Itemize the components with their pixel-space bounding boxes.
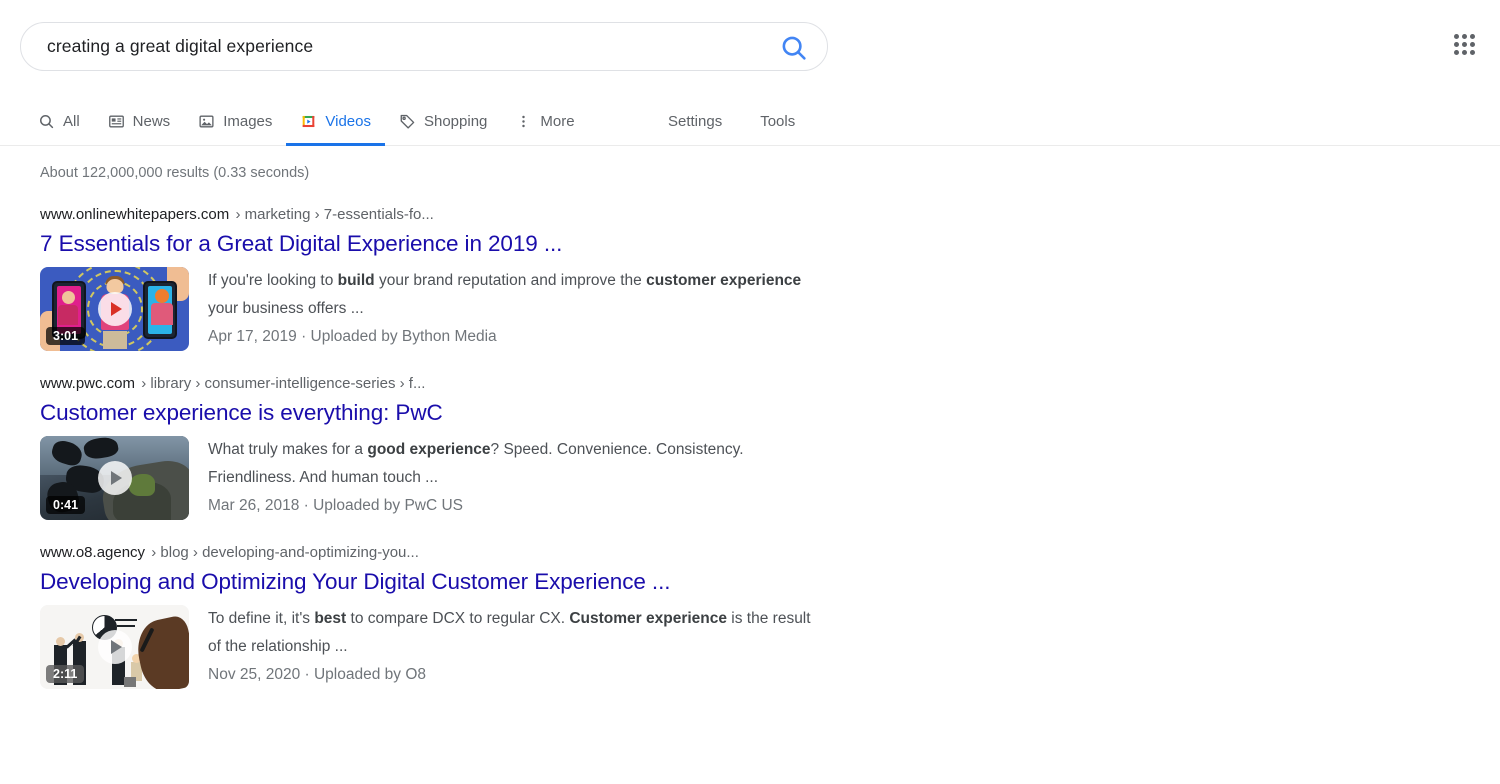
image-icon xyxy=(198,113,215,130)
breadcrumb[interactable]: www.o8.agency › blog › developing-and-op… xyxy=(40,543,940,563)
snippet-bold: Customer experience xyxy=(569,610,727,627)
result-list: www.onlinewhitepapers.com › marketing › … xyxy=(40,205,940,712)
tools-group: Settings Tools xyxy=(668,96,795,146)
search-icon[interactable] xyxy=(779,33,809,63)
search-result: www.o8.agency › blog › developing-and-op… xyxy=(40,543,940,689)
tools-button[interactable]: Tools xyxy=(760,113,795,130)
more-vertical-icon xyxy=(515,113,532,130)
result-body: 2:11 To define it, it's best to compare … xyxy=(40,605,940,689)
snippet-text: If you're looking to xyxy=(208,272,338,289)
video-duration: 3:01 xyxy=(46,327,86,345)
result-text-block: To define it, it's best to compare DCX t… xyxy=(208,605,818,689)
snippet-text: To define it, it's xyxy=(208,610,315,627)
tab-label: Videos xyxy=(325,112,371,130)
video-thumbnail[interactable]: 3:01 xyxy=(40,267,189,351)
result-meta: Nov 25, 2020 · Uploaded by O8 xyxy=(208,666,426,683)
search-result: www.onlinewhitepapers.com › marketing › … xyxy=(40,205,940,351)
settings-button[interactable]: Settings xyxy=(668,113,722,130)
tab-more[interactable]: More xyxy=(501,96,588,146)
result-title-link[interactable]: Customer experience is everything: PwC xyxy=(40,398,940,428)
apps-grid-icon[interactable] xyxy=(1450,30,1480,60)
video-thumbnail[interactable]: Experience 0:41 xyxy=(40,436,189,520)
tab-list: All News Images Videos Shopping More xyxy=(36,96,589,146)
play-button-icon xyxy=(97,292,132,326)
search-tabbar: All News Images Videos Shopping More Set… xyxy=(0,96,1500,146)
news-icon xyxy=(108,113,125,130)
result-snippet: If you're looking to build your brand re… xyxy=(208,267,818,323)
search-box[interactable] xyxy=(20,22,828,71)
breadcrumb[interactable]: www.pwc.com › library › consumer-intelli… xyxy=(40,374,940,394)
snippet-bold: good experience xyxy=(367,441,491,458)
snippet-bold: build xyxy=(337,272,375,289)
result-title-link[interactable]: Developing and Optimizing Your Digital C… xyxy=(40,567,940,597)
play-button-icon xyxy=(97,630,132,664)
video-thumbnail[interactable]: 2:11 xyxy=(40,605,189,689)
video-duration: 0:41 xyxy=(46,496,86,514)
video-play-icon xyxy=(300,113,317,130)
result-domain: www.o8.agency xyxy=(40,544,146,561)
result-snippet: What truly makes for a good experience? … xyxy=(208,436,818,492)
snippet-text: your brand reputation and improve the xyxy=(374,272,647,289)
tab-label: Shopping xyxy=(423,112,488,130)
snippet-text: What truly makes for a xyxy=(208,441,368,458)
tab-label: News xyxy=(132,112,171,130)
tab-videos[interactable]: Videos xyxy=(286,96,385,146)
result-meta: Apr 17, 2019 · Uploaded by Bython Media xyxy=(208,328,497,345)
tag-icon xyxy=(399,113,416,130)
result-body: Experience 0:41 What truly makes for a g… xyxy=(40,436,940,520)
snippet-text: your business offers ... xyxy=(208,300,364,317)
tab-images[interactable]: Images xyxy=(184,96,286,146)
video-duration: 2:11 xyxy=(46,665,85,683)
snippet-text: to compare DCX to regular CX. xyxy=(346,610,570,627)
snippet-bold: customer experience xyxy=(646,272,802,289)
tab-all[interactable]: All xyxy=(36,96,94,146)
breadcrumb[interactable]: www.onlinewhitepapers.com › marketing › … xyxy=(40,205,940,225)
result-snippet: To define it, it's best to compare DCX t… xyxy=(208,605,818,661)
search-header xyxy=(0,0,1500,96)
tab-label: All xyxy=(63,112,80,130)
result-domain: www.onlinewhitepapers.com xyxy=(40,206,230,223)
tab-news[interactable]: News xyxy=(94,96,185,146)
result-path: › library › consumer-intelligence-series… xyxy=(141,375,426,392)
snippet-bold: best xyxy=(314,610,347,627)
tab-shopping[interactable]: Shopping xyxy=(385,96,501,146)
result-stats: About 122,000,000 results (0.33 seconds) xyxy=(40,165,310,181)
result-path: › marketing › 7-essentials-fo... xyxy=(235,206,434,223)
play-button-icon xyxy=(97,461,132,495)
tab-label: More xyxy=(540,112,575,130)
result-body: 3:01 If you're looking to build your bra… xyxy=(40,267,940,351)
result-text-block: If you're looking to build your brand re… xyxy=(208,267,818,351)
result-meta: Mar 26, 2018 · Uploaded by PwC US xyxy=(208,497,464,514)
search-input[interactable] xyxy=(45,35,745,58)
search-result: www.pwc.com › library › consumer-intelli… xyxy=(40,374,940,520)
result-path: › blog › developing-and-optimizing-you..… xyxy=(151,544,419,561)
result-text-block: What truly makes for a good experience? … xyxy=(208,436,818,520)
search-icon xyxy=(38,113,55,130)
result-domain: www.pwc.com xyxy=(40,375,136,392)
result-title-link[interactable]: 7 Essentials for a Great Digital Experie… xyxy=(40,229,940,259)
tab-label: Images xyxy=(223,112,273,130)
